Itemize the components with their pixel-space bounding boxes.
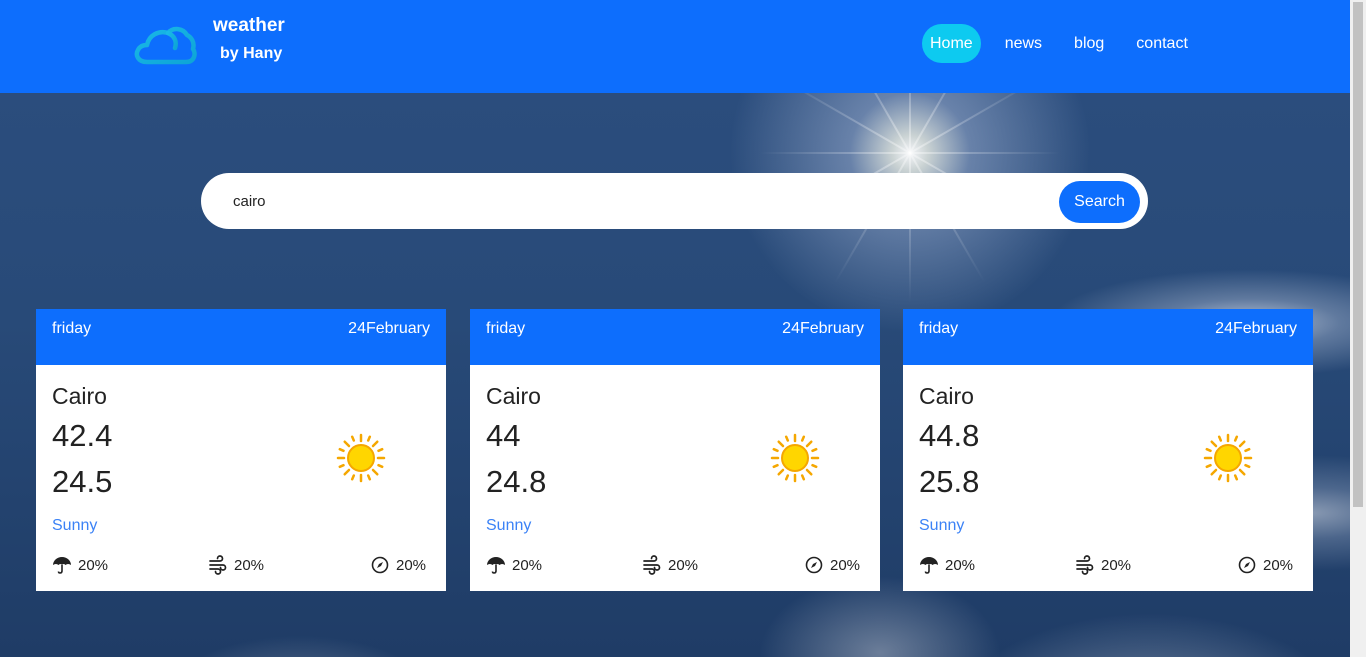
cloud-icon [134, 26, 197, 65]
direction-value: 20% [396, 556, 427, 574]
umbrella-icon [53, 557, 71, 574]
rain-stat: 20% [52, 555, 108, 575]
condition-text: Sunny [52, 517, 98, 534]
weather-stats: 20% 20% 20% [919, 555, 1297, 575]
wind-value: 20% [234, 556, 265, 574]
forecast-card: friday 24February Cairo 44.8 25.8 Sunny … [903, 309, 1313, 591]
card-header: friday 24February [36, 309, 446, 365]
wind-icon [209, 555, 227, 575]
sun-icon [336, 433, 386, 483]
card-date: 24February [782, 320, 864, 337]
wind-stat: 20% [208, 555, 264, 575]
brand-title: weather [213, 15, 285, 36]
city-name: Cairo [919, 383, 974, 409]
direction-value: 20% [830, 556, 861, 574]
direction-stat: 20% [1237, 555, 1293, 575]
page-scrollbar[interactable] [1350, 0, 1366, 657]
card-date: 24February [348, 320, 430, 337]
city-name: Cairo [486, 383, 541, 409]
forecast-card: friday 24February Cairo 44 24.8 Sunny 20… [470, 309, 880, 591]
search-input[interactable] [233, 173, 1033, 229]
card-day: friday [52, 320, 92, 337]
card-day: friday [919, 320, 959, 337]
wind-value: 20% [1101, 556, 1132, 574]
scrollbar-thumb[interactable] [1353, 2, 1363, 507]
compass-icon [805, 556, 823, 574]
nav-blog[interactable]: blog [1066, 24, 1112, 63]
rain-value: 20% [78, 556, 109, 574]
brand-subtitle: by Hany [220, 45, 283, 62]
navbar: weather by Hany Home news blog contact [0, 0, 1350, 93]
direction-stat: 20% [804, 555, 860, 575]
compass-icon [1238, 556, 1256, 574]
compass-icon [371, 556, 389, 574]
search-bar: Search [201, 173, 1148, 229]
brand[interactable]: weather by Hany [133, 14, 285, 72]
wind-icon [643, 555, 661, 575]
card-header: friday 24February [470, 309, 880, 365]
condition-text: Sunny [919, 517, 965, 534]
nav-news[interactable]: news [997, 24, 1050, 63]
forecast-card: friday 24February Cairo 42.4 24.5 Sunny … [36, 309, 446, 591]
sun-icon [770, 433, 820, 483]
wind-icon [1076, 555, 1094, 575]
wind-stat: 20% [642, 555, 698, 575]
rain-value: 20% [512, 556, 543, 574]
search-button[interactable]: Search [1059, 181, 1140, 223]
rain-stat: 20% [486, 555, 542, 575]
rain-value: 20% [945, 556, 976, 574]
card-header: friday 24February [903, 309, 1313, 365]
wind-value: 20% [668, 556, 699, 574]
card-date: 24February [1215, 320, 1297, 337]
card-body: Cairo 44.8 25.8 Sunny 20% 20% 20% [903, 365, 1313, 575]
direction-value: 20% [1263, 556, 1294, 574]
umbrella-icon [487, 557, 505, 574]
city-name: Cairo [52, 383, 107, 409]
card-day: friday [486, 320, 526, 337]
direction-stat: 20% [370, 555, 426, 575]
nav-home[interactable]: Home [922, 24, 981, 63]
nav-contact[interactable]: contact [1128, 24, 1196, 63]
weather-stats: 20% 20% 20% [486, 555, 864, 575]
card-body: Cairo 42.4 24.5 Sunny 20% 20% 20% [36, 365, 446, 575]
umbrella-icon [920, 557, 938, 574]
card-body: Cairo 44 24.8 Sunny 20% 20% 20% [470, 365, 880, 575]
sun-icon [1203, 433, 1253, 483]
main-nav: Home news blog contact [922, 24, 1212, 63]
condition-text: Sunny [486, 517, 532, 534]
rain-stat: 20% [919, 555, 975, 575]
wind-stat: 20% [1075, 555, 1131, 575]
weather-stats: 20% 20% 20% [52, 555, 430, 575]
